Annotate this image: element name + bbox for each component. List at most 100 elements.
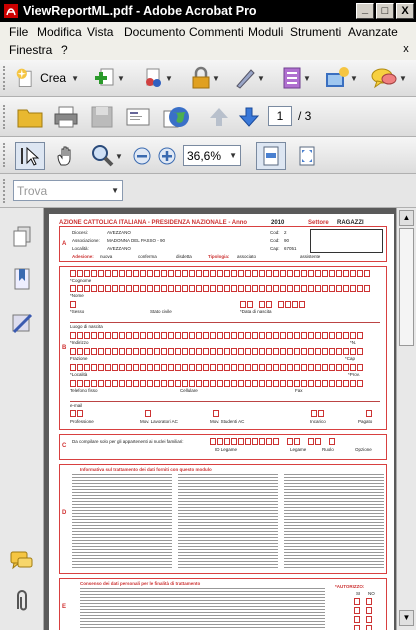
section-d-title: Informativa sul trattamento dei dati for… [80, 467, 212, 472]
scroll-up-button[interactable]: ▲ [399, 210, 414, 226]
tipologia-associato: associato [237, 254, 257, 259]
multimedia-button[interactable]: ▼ [321, 65, 361, 91]
tasks-toolbar: Crea ▼ ▼ ▼ ▼ ▼ ▼ ▼ ▼ [0, 60, 416, 97]
scroll-down-button[interactable]: ▼ [399, 610, 414, 626]
speech-bubble-icon [371, 68, 397, 89]
bookmark-icon [14, 268, 30, 290]
combine-plus-icon [95, 68, 114, 86]
toolbar-grip[interactable] [3, 143, 6, 167]
adesione-nuova: nuova [100, 254, 113, 259]
data-nascita-boxes [240, 301, 306, 308]
frazione-boxes [70, 348, 364, 355]
menu-strumenti[interactable]: Strumenti [290, 25, 341, 39]
ruolo-label: Ruolo [322, 447, 334, 452]
disk-icon [91, 106, 113, 128]
pagato-label: Pagato [358, 419, 373, 424]
menu-help[interactable]: ? [61, 43, 68, 57]
web-button[interactable] [164, 103, 194, 131]
scroll-thumb[interactable] [399, 228, 414, 346]
section-e: E Consenso dei dati personali per le fin… [59, 578, 387, 630]
forms-button[interactable]: ▼ [277, 65, 315, 91]
indirizzo-label: *Indirizzo [70, 340, 89, 345]
cod1-label: Cod: [270, 230, 280, 235]
previous-page-button[interactable] [205, 103, 233, 131]
vertical-scrollbar[interactable]: ▲ ▼ [396, 208, 416, 630]
toolbar-grip[interactable] [3, 105, 6, 129]
privacy-text-column-3 [284, 474, 384, 570]
close-window-button[interactable]: X [396, 3, 414, 19]
email-button[interactable] [122, 103, 154, 131]
section-c-letter: C [62, 443, 67, 449]
numero-label: *N. [350, 340, 357, 345]
printer-icon [54, 106, 78, 128]
section-d-letter: D [62, 510, 67, 516]
hand-icon [57, 146, 71, 166]
menu-modifica[interactable]: Modifica [37, 25, 82, 39]
zoom-value: 36,6% [187, 148, 222, 163]
sign-button[interactable]: ▼ [230, 65, 268, 91]
cellulare-label: Cellulare [180, 388, 198, 393]
hand-tool-button[interactable] [51, 142, 81, 170]
comments-panel-button[interactable] [10, 548, 34, 574]
menu-documento[interactable]: Documento [124, 25, 185, 39]
comment-button[interactable]: ▼ [367, 65, 411, 91]
fax-label: Fax [295, 388, 303, 393]
create-pdf-icon [16, 68, 32, 87]
document-close-button[interactable]: x [400, 43, 412, 55]
menu-finestra[interactable]: Finestra [9, 43, 52, 57]
arrow-down-icon: ▼ [402, 613, 411, 622]
signatures-panel-button[interactable] [10, 310, 34, 336]
toolbar-grip[interactable] [3, 66, 6, 90]
menu-moduli[interactable]: Moduli [248, 25, 283, 39]
chevron-down-icon: ▼ [257, 73, 265, 83]
comments-icon [10, 551, 33, 570]
open-button[interactable] [14, 103, 46, 131]
zoom-in-button[interactable] [157, 146, 177, 166]
tipologia-assistente: assistente [300, 254, 321, 259]
file-navigation-toolbar: 1 / 3 [0, 97, 416, 137]
menu-file[interactable]: File [9, 25, 28, 39]
zoom-out-button[interactable] [132, 146, 152, 166]
page-number-input[interactable]: 1 [268, 106, 292, 126]
zoom-level-select[interactable]: 36,6% ▼ [183, 145, 241, 166]
find-input[interactable]: Trova ▼ [13, 180, 123, 201]
locality-value: AVEZZANO [107, 246, 131, 251]
nome-boxes [70, 285, 371, 292]
menu-bar: File Modifica Vista Documento Commenti M… [0, 22, 416, 60]
menu-vista[interactable]: Vista [87, 25, 113, 39]
collaborate-button[interactable]: ▼ [138, 65, 176, 91]
sesso-box [70, 301, 77, 308]
minimize-button[interactable]: _ [356, 3, 374, 19]
share-document-icon [146, 68, 162, 87]
arrow-up-icon: ▲ [402, 213, 411, 222]
section-e-letter: E [62, 604, 67, 610]
luogo-nascita-label: Luogo di nascita [70, 324, 103, 329]
paperclip-icon [17, 590, 27, 611]
email-label: e-mail [70, 403, 83, 408]
arrow-up-icon [210, 108, 228, 126]
save-button[interactable] [86, 103, 118, 131]
create-pdf-button[interactable]: Crea ▼ [15, 65, 79, 91]
diocese-label: Diocesi: [72, 230, 89, 235]
professione-boxes [70, 410, 373, 417]
print-button[interactable] [50, 103, 82, 131]
toolbar-grip[interactable] [3, 179, 6, 203]
menu-avanzate[interactable]: Avanzate [348, 25, 398, 39]
combine-files-button[interactable]: ▼ [90, 65, 128, 91]
chevron-down-icon: ▼ [303, 73, 311, 83]
consent-no-boxes [366, 598, 373, 630]
select-tool-button[interactable] [15, 142, 45, 170]
nucleo-boxes [210, 438, 336, 445]
nome-label: *Nome [70, 293, 84, 298]
fit-page-button[interactable] [256, 142, 286, 170]
zoom-tool-button[interactable]: ▼ [87, 142, 127, 170]
menu-commenti[interactable]: Commenti [189, 25, 244, 39]
bookmarks-panel-button[interactable] [10, 266, 34, 292]
maximize-button[interactable]: □ [376, 3, 394, 19]
pages-panel-button[interactable] [10, 224, 34, 250]
fit-width-button[interactable] [292, 142, 322, 170]
next-page-button[interactable] [235, 103, 263, 131]
document-view[interactable]: AZIONE CATTOLICA ITALIANA - PRESIDENZA N… [44, 208, 396, 630]
secure-button[interactable]: ▼ [186, 65, 224, 91]
attachments-panel-button[interactable] [10, 588, 34, 614]
